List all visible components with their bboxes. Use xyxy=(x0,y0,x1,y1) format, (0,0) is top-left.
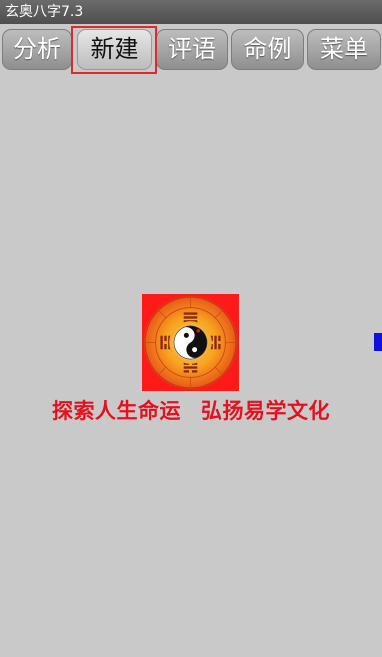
slogan: 探索人生命运 弘扬易学文化 xyxy=(0,395,382,425)
app-title: 玄奥八字7.3 xyxy=(5,4,84,20)
edge-marker xyxy=(374,333,382,351)
tab-analysis-label: 分析 xyxy=(13,35,61,63)
slogan-left: 探索人生命运 xyxy=(52,399,181,423)
tab-analysis[interactable]: 分析 xyxy=(2,29,72,70)
tab-menu[interactable]: 菜单 xyxy=(307,29,381,70)
tab-cases[interactable]: 命例 xyxy=(231,29,304,70)
window-titlebar: 玄奥八字7.3 xyxy=(0,0,382,24)
tab-menu-label: 菜单 xyxy=(320,35,368,63)
bagua-yinyang-icon xyxy=(142,294,239,391)
slogan-right: 弘扬易学文化 xyxy=(201,399,330,423)
tab-comments[interactable]: 评语 xyxy=(156,29,228,70)
tab-bar: 分析 新建 评语 命例 菜单 xyxy=(0,24,382,74)
tab-new-label: 新建 xyxy=(90,35,139,63)
tab-comments-label: 评语 xyxy=(168,35,216,63)
tab-cases-label: 命例 xyxy=(243,35,292,63)
tab-new[interactable]: 新建 xyxy=(77,29,152,70)
